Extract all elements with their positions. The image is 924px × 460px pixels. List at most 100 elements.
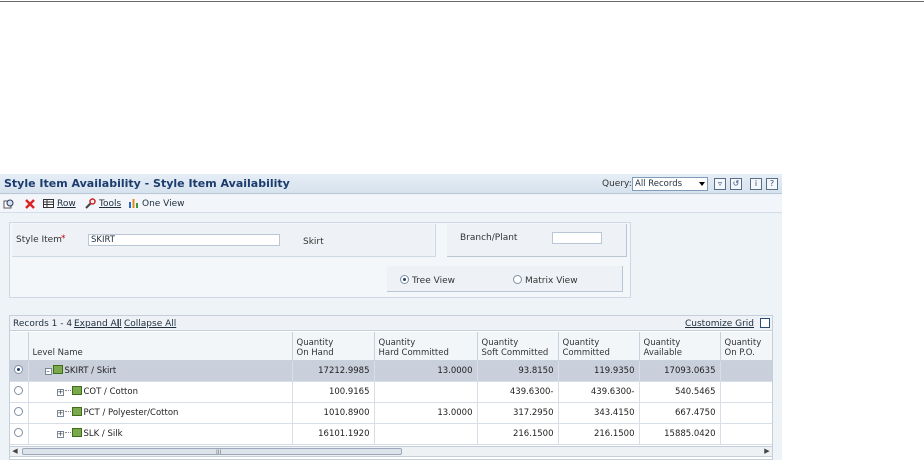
level-name-cell: + COT / Cotton — [28, 381, 293, 403]
row-menu-button[interactable]: Row — [43, 198, 76, 210]
on-hand-cell: 16101.1920 — [292, 423, 375, 445]
level-name: SLK / Silk — [83, 429, 123, 439]
matrix-view-label: Matrix View — [525, 276, 578, 286]
column-header-on-hand[interactable]: Quantity On Hand — [292, 332, 375, 361]
one-view-button[interactable]: One View — [128, 198, 185, 210]
collapse-icon[interactable]: – — [44, 368, 52, 375]
available-cell: 17093.0635 — [639, 360, 721, 382]
soft-committed-cell: 317.2950 — [477, 402, 559, 424]
select-column-header — [10, 332, 29, 361]
scroll-left-icon[interactable]: ◀ — [11, 448, 19, 455]
on-po-cell — [720, 402, 772, 424]
table-row[interactable]: + COT / Cotton 100.9165 439.6300- 439.630… — [10, 381, 772, 403]
table-row[interactable]: + PCT / Polyester/Cotton 1010.8900 13.000… — [10, 402, 772, 424]
required-marker: * — [61, 234, 66, 244]
style-item-section: Style Item * SKIRT Skirt — [12, 224, 436, 257]
export-icon[interactable]: ↺ — [730, 178, 742, 190]
tree-connector — [64, 432, 71, 433]
on-po-cell — [720, 381, 772, 403]
level-name: SKIRT / Skirt — [64, 366, 117, 376]
customize-grid-link[interactable]: Customize Grid — [685, 319, 754, 329]
application-window: Style Item Availability - Style Item Ava… — [0, 174, 782, 460]
grid-format-icon[interactable] — [760, 318, 770, 328]
row-select-radio[interactable] — [10, 423, 29, 445]
horizontal-scrollbar[interactable]: ◀ III ▶ — [9, 446, 773, 457]
one-view-icon — [128, 198, 139, 209]
view-selector: Tree View Matrix View — [387, 266, 623, 292]
on-hand-cell: 1010.8900 — [292, 402, 375, 424]
grid-table: Level Name Quantity On Hand Quantity Hard … — [10, 332, 772, 445]
help-icon[interactable]: ? — [766, 178, 778, 190]
chevron-down-icon — [699, 182, 705, 186]
expand-icon[interactable]: + — [56, 431, 64, 438]
style-item-input[interactable]: SKIRT — [88, 234, 280, 246]
column-header-soft-committed[interactable]: Quantity Soft Committed — [477, 332, 559, 361]
scroll-right-icon[interactable]: ▶ — [763, 448, 771, 455]
top-rule — [0, 1, 924, 2]
style-item-value: SKIRT — [91, 235, 115, 245]
soft-committed-cell: 93.8150 — [477, 360, 559, 382]
branch-plant-label: Branch/Plant — [460, 233, 518, 243]
tools-menu-button[interactable]: Tools — [85, 198, 121, 210]
row-select-radio[interactable] — [10, 381, 29, 403]
branch-plant-input[interactable] — [552, 232, 602, 244]
tree-node-icon — [71, 428, 82, 437]
column-header-hard-committed[interactable]: Quantity Hard Committed — [374, 332, 478, 361]
level-name-cell: – SKIRT / Skirt — [28, 360, 293, 382]
column-header-committed[interactable]: Quantity Committed — [558, 332, 640, 361]
matrix-view-option[interactable]: Matrix View — [513, 275, 578, 286]
hard-committed-cell: 13.0000 — [374, 402, 478, 424]
query-value: All Records — [635, 179, 683, 189]
on-po-cell — [720, 360, 772, 382]
tree-connector — [64, 390, 71, 391]
close-icon[interactable] — [24, 198, 36, 210]
records-count: Records 1 - 4 — [13, 319, 73, 329]
expand-icon[interactable]: + — [56, 389, 64, 396]
page-title: Style Item Availability - Style Item Ava… — [4, 177, 290, 190]
column-header-available[interactable]: Quantity Available — [639, 332, 721, 361]
available-cell: 667.4750 — [639, 402, 721, 424]
tools-menu-label: Tools — [99, 199, 122, 209]
row-radio[interactable] — [14, 386, 23, 395]
table-row[interactable]: – SKIRT / Skirt 17212.9985 13.0000 93.815… — [10, 360, 772, 382]
table-row[interactable]: + SLK / Silk 16101.1920 216.1500 216.1500… — [10, 423, 772, 445]
row-radio[interactable] — [14, 407, 23, 416]
branch-plant-section: Branch/Plant — [447, 224, 627, 257]
on-hand-cell: 100.9165 — [292, 381, 375, 403]
find-icon[interactable] — [3, 198, 15, 210]
row-select-radio[interactable] — [10, 360, 29, 382]
column-header-on-po[interactable]: Quantity On P.O. — [720, 332, 772, 361]
level-name-cell: + PCT / Polyester/Cotton — [28, 402, 293, 424]
collapse-all-link[interactable]: Collapse All — [124, 319, 176, 329]
row-menu-label: Row — [57, 199, 76, 209]
committed-cell: 343.4150 — [558, 402, 640, 424]
available-cell: 540.5465 — [639, 381, 721, 403]
committed-cell: 216.1500 — [558, 423, 640, 445]
grid-header-bar: Records 1 - 4 Expand All | Collapse All … — [10, 316, 772, 331]
style-item-description: Skirt — [303, 237, 324, 247]
personalize-icon[interactable]: ▿ — [714, 178, 726, 190]
toolbar: Row Tools One View — [0, 195, 782, 213]
tree-view-label: Tree View — [412, 276, 455, 286]
tree-connector — [64, 411, 71, 412]
tree-view-option[interactable]: Tree View — [400, 275, 455, 286]
row-radio[interactable] — [14, 428, 23, 437]
soft-committed-cell: 439.6300- — [477, 381, 559, 403]
link-separator: | — [117, 319, 121, 329]
expand-icon[interactable]: + — [56, 410, 64, 417]
header-form: Style Item * SKIRT Skirt Branch/Plant Tr… — [9, 222, 631, 298]
committed-cell: 439.6300- — [558, 381, 640, 403]
hard-committed-cell: 13.0000 — [374, 360, 478, 382]
tree-view-radio[interactable] — [400, 275, 409, 284]
row-radio[interactable] — [14, 365, 23, 374]
on-po-cell — [720, 423, 772, 445]
column-header-level-name[interactable]: Level Name — [28, 332, 293, 361]
matrix-view-radio[interactable] — [513, 275, 522, 284]
hard-committed-cell — [374, 381, 478, 403]
title-bar: Style Item Availability - Style Item Ava… — [0, 174, 782, 194]
query-select[interactable]: All Records — [632, 177, 708, 191]
expand-all-link[interactable]: Expand All — [74, 319, 122, 329]
info-icon[interactable]: i — [750, 178, 762, 190]
scrollbar-thumb[interactable]: III — [22, 448, 402, 456]
row-select-radio[interactable] — [10, 402, 29, 424]
